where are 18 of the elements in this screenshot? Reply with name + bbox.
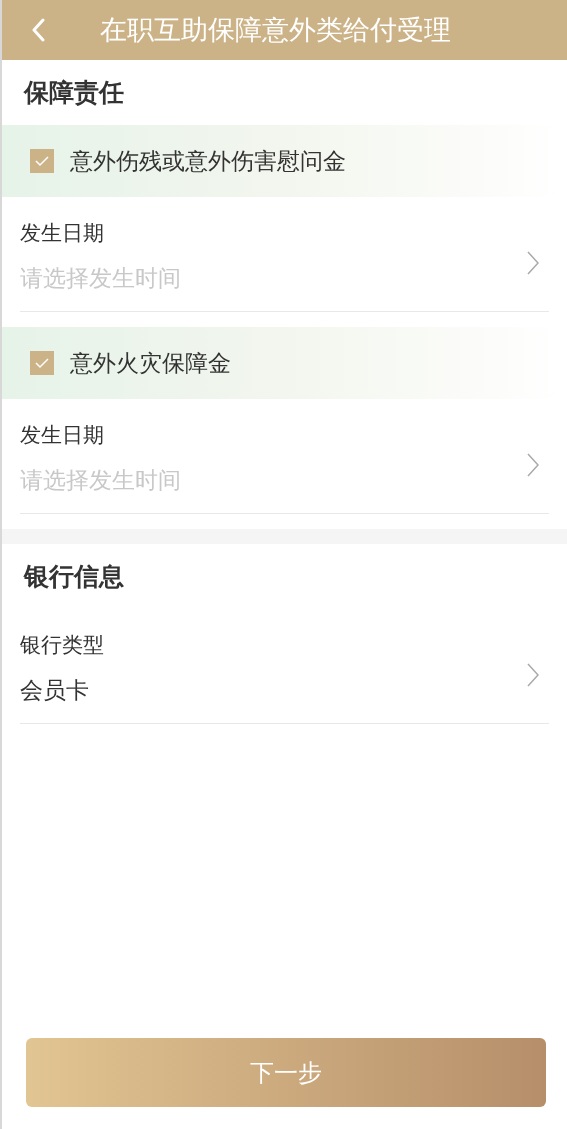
coverage-label: 意外火灾保障金 — [70, 348, 231, 378]
coverage-label: 意外伤残或意外伤害慰问金 — [70, 146, 346, 176]
section-title: 银行信息 — [24, 560, 124, 592]
field-label: 发生日期 — [20, 422, 104, 448]
picker-field[interactable]: 银行类型 会员卡 — [20, 609, 549, 724]
checkbox[interactable] — [30, 149, 54, 173]
chevron-right-icon — [527, 663, 539, 687]
check-icon — [34, 155, 50, 167]
field-label: 银行类型 — [20, 632, 104, 658]
chevron-right-icon — [527, 453, 539, 477]
section-title: 保障责任 — [24, 76, 124, 108]
field-value: 会员卡 — [20, 676, 89, 705]
check-icon — [34, 357, 50, 369]
field-label: 发生日期 — [20, 220, 104, 246]
back-icon — [31, 18, 45, 42]
chevron-right-icon — [527, 251, 539, 275]
checkbox[interactable] — [30, 351, 54, 375]
page-title: 在职互助保障意外类给付受理 — [100, 16, 451, 44]
